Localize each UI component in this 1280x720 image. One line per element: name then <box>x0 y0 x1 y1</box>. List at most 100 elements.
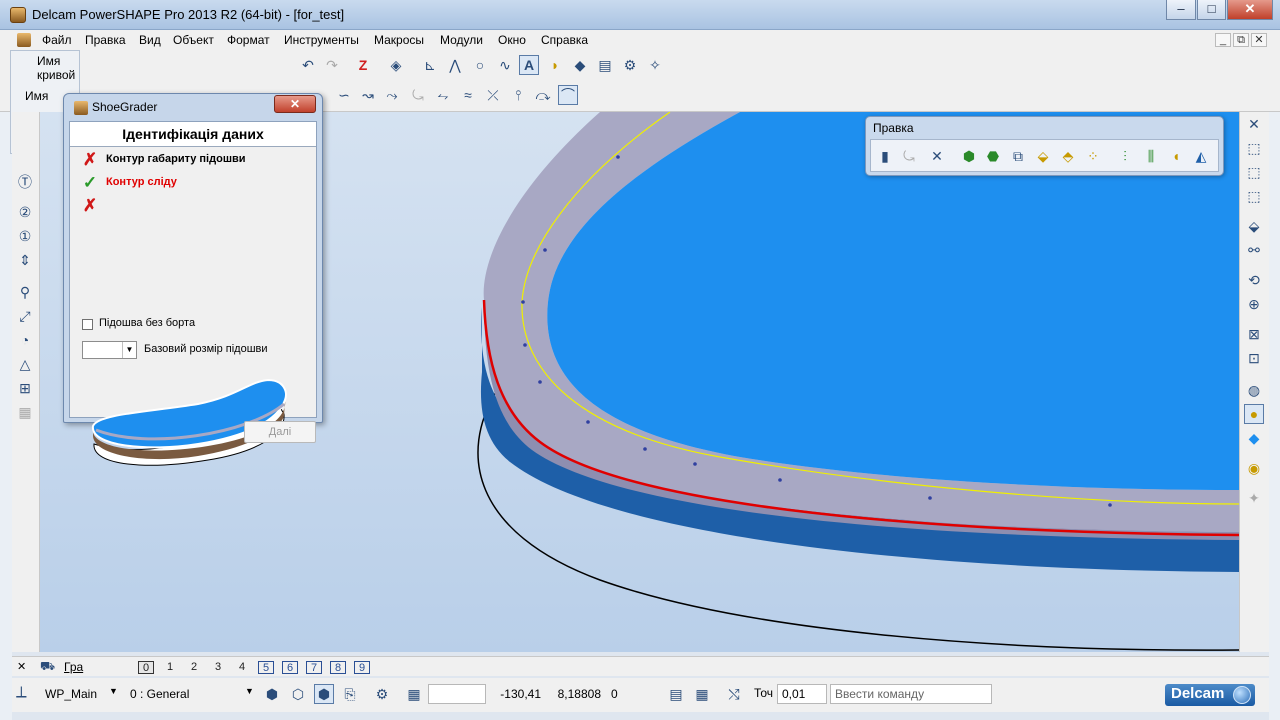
curve-tool-4-icon[interactable]: ⤿ <box>408 85 428 105</box>
level-7[interactable]: 7 <box>306 661 322 674</box>
circle-icon[interactable]: ○ <box>470 55 490 75</box>
snap-icon[interactable]: ⚙ <box>372 684 392 704</box>
base-size-select[interactable]: ▼ <box>82 341 137 359</box>
level-6[interactable]: 6 <box>282 661 298 674</box>
view-link-icon[interactable]: ⚯ <box>1244 240 1264 260</box>
menu-help[interactable]: Справка <box>541 33 588 47</box>
disabled-tool-icon[interactable]: ▦ <box>15 402 35 422</box>
mdi-restore-button[interactable]: ⧉ <box>1233 33 1249 47</box>
pointer-icon[interactable]: ▮ <box>875 146 895 166</box>
dimension-icon[interactable]: ② <box>15 202 35 222</box>
menu-view[interactable]: Вид <box>139 33 161 47</box>
close-bar-icon[interactable]: ✕ <box>17 660 26 673</box>
view-front-icon[interactable]: ⬚ <box>1244 186 1264 206</box>
select-mode-icon[interactable]: ⬢ <box>262 684 282 704</box>
menu-modules[interactable]: Модули <box>440 33 483 47</box>
mdi-minimize-button[interactable]: _ <box>1215 33 1231 47</box>
view-top-icon[interactable]: ⬚ <box>1244 162 1264 182</box>
move-icon[interactable]: ⬢ <box>959 146 979 166</box>
next-button[interactable]: Далі <box>244 421 316 443</box>
grid-field[interactable] <box>428 684 486 704</box>
level-tools-icon[interactable]: ⛟ <box>40 659 55 675</box>
list-item[interactable]: ✓ Контур сліду <box>74 173 312 193</box>
chevron-down-icon[interactable]: ▼ <box>122 342 136 358</box>
document-icon[interactable] <box>17 33 31 47</box>
chevron-down-icon[interactable]: ▼ <box>109 686 118 696</box>
level-4[interactable]: 4 <box>234 661 250 674</box>
limit-icon[interactable]: ⫶ <box>1115 146 1135 166</box>
select-mode-2-icon[interactable]: ⬡ <box>288 684 308 704</box>
offset-icon[interactable]: ⬘ <box>1058 146 1078 166</box>
axis-icon[interactable]: ⊾ <box>420 55 440 75</box>
app-icon[interactable] <box>10 7 26 23</box>
menu-edit[interactable]: Правка <box>85 33 126 47</box>
close-button[interactable]: ✕ <box>1227 0 1273 20</box>
chevron-down-icon[interactable]: ▼ <box>245 686 254 696</box>
zoom-box-icon[interactable]: ⊠ <box>1244 324 1264 344</box>
minimize-button[interactable]: – <box>1166 0 1196 20</box>
curve-tool-6-icon[interactable]: ≈ <box>458 85 478 105</box>
level-1[interactable]: 1 <box>162 661 178 674</box>
triangle-icon[interactable]: △ <box>15 354 35 374</box>
level-0[interactable]: 0 <box>138 661 154 674</box>
probe-icon[interactable]: ⚲ <box>15 282 35 302</box>
edit-curve-icon[interactable]: ⤿ <box>899 146 919 166</box>
curve-tool-5-icon[interactable]: ⥊ <box>433 85 453 105</box>
rotate-icon[interactable]: ⟲ <box>1244 270 1264 290</box>
redo-icon[interactable]: ↷ <box>322 55 342 75</box>
zoom-fit-icon[interactable]: ⊡ <box>1244 348 1264 368</box>
transform-icon[interactable]: ✕ <box>927 146 947 166</box>
level-5[interactable]: 5 <box>258 661 274 674</box>
project-icon[interactable]: ⫼ <box>1141 146 1161 166</box>
level-3[interactable]: 3 <box>210 661 226 674</box>
dialog-close-button[interactable]: ✕ <box>274 95 316 113</box>
level-2[interactable]: 2 <box>186 661 202 674</box>
curve-icon[interactable]: ∿ <box>495 55 515 75</box>
level-select[interactable]: 0 : General <box>130 687 189 701</box>
close-view-icon[interactable]: ✕ <box>1244 114 1264 134</box>
menu-format[interactable]: Формат <box>227 33 270 47</box>
text-tool-icon[interactable]: Ⓣ <box>15 172 35 192</box>
polyline-icon[interactable]: ⋀ <box>445 55 465 75</box>
curve-tool-8-icon[interactable]: ⫯ <box>508 85 528 105</box>
workplane-icon[interactable]: ⟂ <box>16 684 27 702</box>
curve-tool-2-icon[interactable]: ↝ <box>358 85 378 105</box>
light-icon[interactable]: ✦ <box>1244 488 1264 508</box>
copy-array-icon[interactable]: ⁘ <box>1083 146 1103 166</box>
zoom-icon[interactable]: ⊕ <box>1244 294 1264 314</box>
shaded-edges-icon[interactable]: ◆ <box>1244 428 1264 448</box>
view-cube-icon[interactable]: ⬙ <box>1244 216 1264 236</box>
frame-icon[interactable]: ⊞ <box>15 378 35 398</box>
menu-window[interactable]: Окно <box>498 33 526 47</box>
menu-tools[interactable]: Инструменты <box>284 33 359 47</box>
select-mode-3-icon[interactable]: ⬢ <box>314 684 334 704</box>
angle-icon[interactable]: ◔ <box>15 330 35 350</box>
coord-input-icon[interactable]: ▤ <box>666 684 686 704</box>
grid-icon[interactable]: ▦ <box>404 684 424 704</box>
z-tool-icon[interactable]: Z <box>353 55 373 75</box>
gra-label[interactable]: Гра <box>64 660 83 674</box>
text-icon[interactable]: A <box>519 55 539 75</box>
list-item[interactable]: ✗ Контур габариту підошви <box>74 150 312 170</box>
undo-icon[interactable]: ↶ <box>298 55 318 75</box>
no-rim-checkbox[interactable] <box>82 319 93 330</box>
list-item[interactable]: ✗ <box>74 196 312 216</box>
menu-file[interactable]: Файл <box>42 33 72 47</box>
mirror-icon[interactable]: ⧉ <box>1008 146 1028 166</box>
mdi-close-button[interactable]: ✕ <box>1251 33 1267 47</box>
solid-icon[interactable]: ◆ <box>570 55 590 75</box>
level-8[interactable]: 8 <box>330 661 346 674</box>
scale-icon[interactable]: ⬙ <box>1033 146 1053 166</box>
select-filter-icon[interactable]: ⎘ <box>340 684 360 704</box>
arc-tool-icon[interactable]: ⌒ <box>558 85 578 105</box>
dimension-2-icon[interactable]: ① <box>15 226 35 246</box>
workplane-tool-icon[interactable]: ⤭ <box>724 684 744 704</box>
calculator-icon[interactable]: ▦ <box>692 684 712 704</box>
view-iso-icon[interactable]: ⬚ <box>1244 138 1264 158</box>
workplane-select[interactable]: WP_Main <box>45 687 97 701</box>
measure-icon[interactable]: ⇕ <box>15 250 35 270</box>
material-icon[interactable]: ◉ <box>1244 458 1264 478</box>
level-9[interactable]: 9 <box>354 661 370 674</box>
shaded-icon[interactable]: ● <box>1244 404 1264 424</box>
wand-icon[interactable]: ✧ <box>645 55 665 75</box>
